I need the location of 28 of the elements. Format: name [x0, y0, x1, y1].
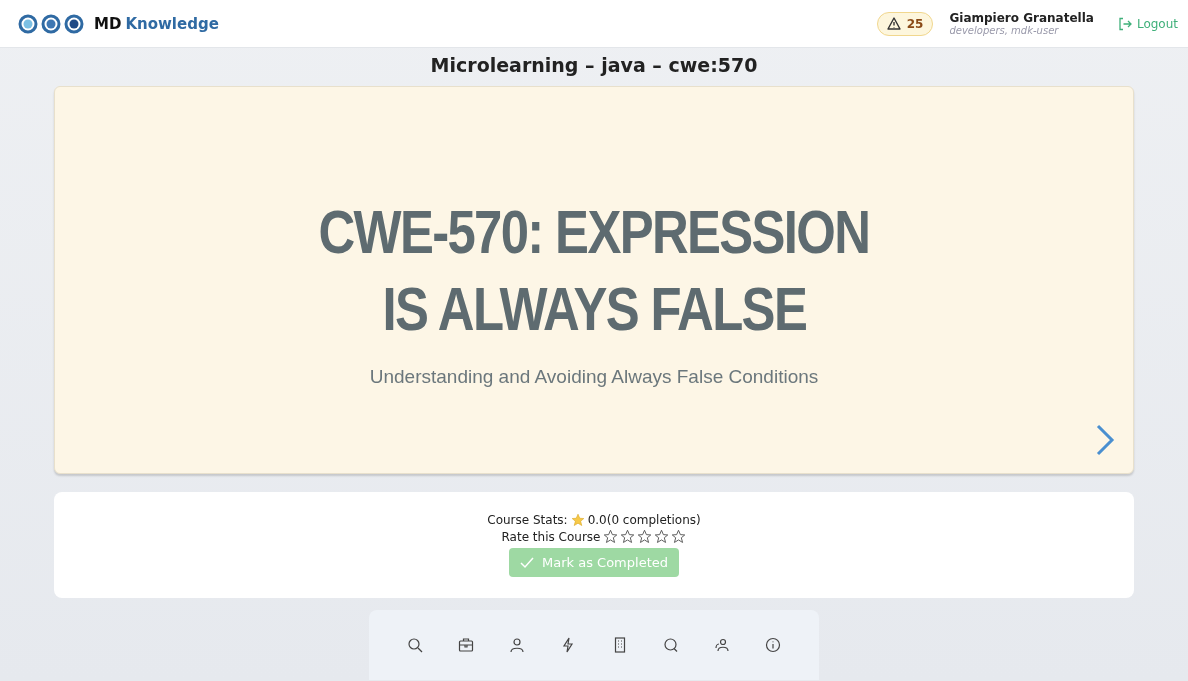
briefcase-icon[interactable] [457, 637, 474, 653]
user-groups: developers, mdk-user [949, 25, 1094, 36]
rating-star[interactable] [654, 529, 670, 544]
stats-label: Course Stats: [487, 513, 568, 527]
rating-star[interactable] [620, 529, 636, 544]
slide-subtitle: Understanding and Avoiding Always False Conditions [369, 365, 819, 388]
info-icon[interactable] [765, 637, 782, 653]
warning-icon [886, 17, 901, 30]
users-icon[interactable] [714, 637, 731, 653]
check-icon [520, 556, 534, 569]
logout-icon [1117, 16, 1132, 31]
slide-title-line: IS ALWAYS FALSE [382, 273, 806, 345]
brand-name-suffix: Knowledge [125, 14, 219, 33]
search-icon[interactable] [406, 637, 423, 653]
star-icon [570, 513, 585, 527]
rating-star[interactable] [671, 529, 687, 544]
rating-star[interactable] [603, 529, 619, 544]
slide-title-line: CWE-570: EXPRESSION [318, 195, 870, 268]
page-title: Microlearning – java – cwe:570 [430, 54, 758, 76]
stats-rating: 0.0(0 completions) [587, 513, 701, 527]
rate-label: Rate this Course [501, 529, 601, 544]
chat-icon[interactable] [662, 637, 679, 653]
user-icon[interactable] [509, 637, 526, 653]
rating-star[interactable] [637, 529, 653, 544]
user-name: Giampiero Granatella [949, 11, 1094, 25]
brand-name: MD [94, 14, 122, 33]
alert-badge[interactable]: 25 [876, 11, 934, 36]
logout-link[interactable]: Logout [1117, 16, 1178, 31]
